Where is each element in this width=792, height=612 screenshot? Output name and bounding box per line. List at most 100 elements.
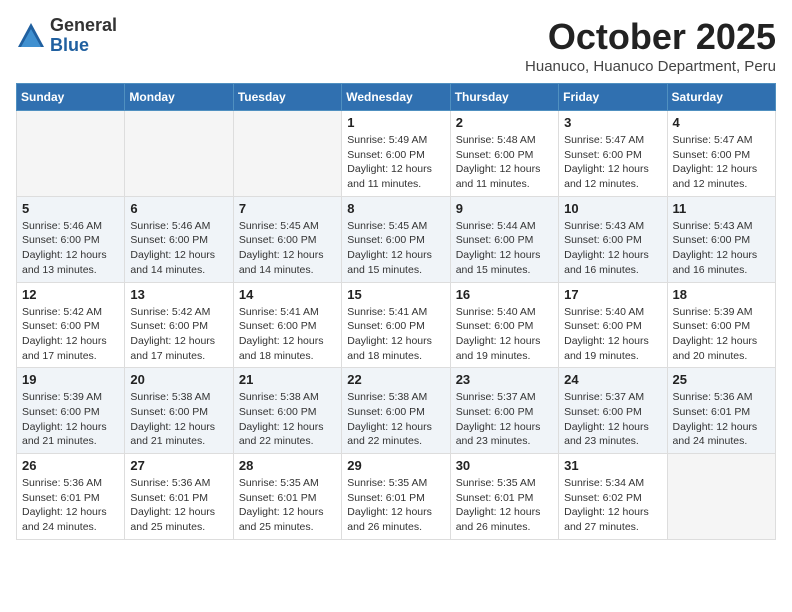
- calendar-week-row: 26 Sunrise: 5:36 AM Sunset: 6:01 PM Dayli…: [17, 454, 776, 540]
- calendar-day-cell: 30 Sunrise: 5:35 AM Sunset: 6:01 PM Dayli…: [450, 454, 558, 540]
- column-header-tuesday: Tuesday: [233, 84, 341, 111]
- day-number: 22: [347, 372, 444, 387]
- day-info: Sunrise: 5:35 AM Sunset: 6:01 PM Dayligh…: [347, 476, 444, 535]
- day-info: Sunrise: 5:38 AM Sunset: 6:00 PM Dayligh…: [347, 390, 444, 449]
- calendar-day-cell: 6 Sunrise: 5:46 AM Sunset: 6:00 PM Daylig…: [125, 196, 233, 282]
- logo-general: General: [50, 16, 117, 36]
- day-number: 2: [456, 115, 553, 130]
- day-info: Sunrise: 5:45 AM Sunset: 6:00 PM Dayligh…: [347, 219, 444, 278]
- day-number: 23: [456, 372, 553, 387]
- day-info: Sunrise: 5:34 AM Sunset: 6:02 PM Dayligh…: [564, 476, 661, 535]
- day-number: 19: [22, 372, 119, 387]
- day-number: 7: [239, 201, 336, 216]
- calendar-day-cell: [17, 111, 125, 197]
- calendar-day-cell: 31 Sunrise: 5:34 AM Sunset: 6:02 PM Dayli…: [559, 454, 667, 540]
- calendar-day-cell: 24Sunrise: 5:37 AM Sunset: 6:00 PM Dayli…: [559, 368, 667, 454]
- day-number: 4: [673, 115, 770, 130]
- calendar-day-cell: 4 Sunrise: 5:47 AM Sunset: 6:00 PM Daylig…: [667, 111, 775, 197]
- day-info: Sunrise: 5:36 AM Sunset: 6:01 PM Dayligh…: [673, 390, 770, 449]
- calendar-day-cell: [125, 111, 233, 197]
- day-number: 15: [347, 287, 444, 302]
- calendar-day-cell: 1Sunrise: 5:49 AM Sunset: 6:00 PM Daylig…: [342, 111, 450, 197]
- day-info: Sunrise: 5:40 AM Sunset: 6:00 PM Dayligh…: [456, 305, 553, 364]
- day-number: 21: [239, 372, 336, 387]
- column-header-sunday: Sunday: [17, 84, 125, 111]
- calendar-day-cell: 20Sunrise: 5:38 AM Sunset: 6:00 PM Dayli…: [125, 368, 233, 454]
- column-header-wednesday: Wednesday: [342, 84, 450, 111]
- day-number: 20: [130, 372, 227, 387]
- day-info: Sunrise: 5:41 AM Sunset: 6:00 PM Dayligh…: [347, 305, 444, 364]
- day-number: 26: [22, 458, 119, 473]
- calendar-day-cell: 9 Sunrise: 5:44 AM Sunset: 6:00 PM Daylig…: [450, 196, 558, 282]
- day-number: 16: [456, 287, 553, 302]
- logo-icon: [16, 21, 46, 51]
- day-info: Sunrise: 5:46 AM Sunset: 6:00 PM Dayligh…: [130, 219, 227, 278]
- calendar-day-cell: 8 Sunrise: 5:45 AM Sunset: 6:00 PM Daylig…: [342, 196, 450, 282]
- day-info: Sunrise: 5:42 AM Sunset: 6:00 PM Dayligh…: [130, 305, 227, 364]
- calendar-day-cell: 29 Sunrise: 5:35 AM Sunset: 6:01 PM Dayli…: [342, 454, 450, 540]
- column-header-thursday: Thursday: [450, 84, 558, 111]
- calendar-day-cell: 25 Sunrise: 5:36 AM Sunset: 6:01 PM Dayli…: [667, 368, 775, 454]
- day-info: Sunrise: 5:44 AM Sunset: 6:00 PM Dayligh…: [456, 219, 553, 278]
- day-info: Sunrise: 5:40 AM Sunset: 6:00 PM Dayligh…: [564, 305, 661, 364]
- day-number: 17: [564, 287, 661, 302]
- logo: General Blue: [16, 16, 117, 56]
- calendar-day-cell: 22 Sunrise: 5:38 AM Sunset: 6:00 PM Dayli…: [342, 368, 450, 454]
- day-number: 28: [239, 458, 336, 473]
- day-number: 1: [347, 115, 444, 130]
- day-info: Sunrise: 5:36 AM Sunset: 6:01 PM Dayligh…: [130, 476, 227, 535]
- calendar-week-row: 19 Sunrise: 5:39 AM Sunset: 6:00 PM Dayli…: [17, 368, 776, 454]
- day-info: Sunrise: 5:46 AM Sunset: 6:00 PM Dayligh…: [22, 219, 119, 278]
- calendar-day-cell: 18 Sunrise: 5:39 AM Sunset: 6:00 PM Dayli…: [667, 282, 775, 368]
- day-info: Sunrise: 5:35 AM Sunset: 6:01 PM Dayligh…: [456, 476, 553, 535]
- day-number: 25: [673, 372, 770, 387]
- calendar-day-cell: [667, 454, 775, 540]
- calendar-day-cell: [233, 111, 341, 197]
- column-header-monday: Monday: [125, 84, 233, 111]
- calendar-day-cell: 12Sunrise: 5:42 AM Sunset: 6:00 PM Dayli…: [17, 282, 125, 368]
- calendar-day-cell: 27 Sunrise: 5:36 AM Sunset: 6:01 PM Dayli…: [125, 454, 233, 540]
- calendar-day-cell: 26 Sunrise: 5:36 AM Sunset: 6:01 PM Dayli…: [17, 454, 125, 540]
- day-info: Sunrise: 5:42 AM Sunset: 6:00 PM Dayligh…: [22, 305, 119, 364]
- calendar-day-cell: 16 Sunrise: 5:40 AM Sunset: 6:00 PM Dayli…: [450, 282, 558, 368]
- day-info: Sunrise: 5:37 AM Sunset: 6:00 PM Dayligh…: [564, 390, 661, 449]
- calendar-day-cell: 13Sunrise: 5:42 AM Sunset: 6:00 PM Dayli…: [125, 282, 233, 368]
- calendar-day-cell: 5 Sunrise: 5:46 AM Sunset: 6:00 PM Daylig…: [17, 196, 125, 282]
- day-number: 8: [347, 201, 444, 216]
- day-number: 27: [130, 458, 227, 473]
- day-number: 14: [239, 287, 336, 302]
- day-number: 9: [456, 201, 553, 216]
- column-header-saturday: Saturday: [667, 84, 775, 111]
- calendar-day-cell: 23Sunrise: 5:37 AM Sunset: 6:00 PM Dayli…: [450, 368, 558, 454]
- day-number: 3: [564, 115, 661, 130]
- logo-text: General Blue: [50, 16, 117, 56]
- calendar-day-cell: 19 Sunrise: 5:39 AM Sunset: 6:00 PM Dayli…: [17, 368, 125, 454]
- day-info: Sunrise: 5:47 AM Sunset: 6:00 PM Dayligh…: [673, 133, 770, 192]
- day-info: Sunrise: 5:39 AM Sunset: 6:00 PM Dayligh…: [673, 305, 770, 364]
- calendar-week-row: 5 Sunrise: 5:46 AM Sunset: 6:00 PM Daylig…: [17, 196, 776, 282]
- day-number: 29: [347, 458, 444, 473]
- day-number: 5: [22, 201, 119, 216]
- day-info: Sunrise: 5:39 AM Sunset: 6:00 PM Dayligh…: [22, 390, 119, 449]
- calendar-day-cell: 11Sunrise: 5:43 AM Sunset: 6:00 PM Dayli…: [667, 196, 775, 282]
- calendar-table: SundayMondayTuesdayWednesdayThursdayFrid…: [16, 83, 776, 540]
- day-info: Sunrise: 5:35 AM Sunset: 6:01 PM Dayligh…: [239, 476, 336, 535]
- day-info: Sunrise: 5:43 AM Sunset: 6:00 PM Dayligh…: [673, 219, 770, 278]
- day-info: Sunrise: 5:36 AM Sunset: 6:01 PM Dayligh…: [22, 476, 119, 535]
- month-title: October 2025: [525, 16, 776, 58]
- calendar-day-cell: 17 Sunrise: 5:40 AM Sunset: 6:00 PM Dayli…: [559, 282, 667, 368]
- day-number: 6: [130, 201, 227, 216]
- day-number: 30: [456, 458, 553, 473]
- day-number: 31: [564, 458, 661, 473]
- calendar-week-row: 1Sunrise: 5:49 AM Sunset: 6:00 PM Daylig…: [17, 111, 776, 197]
- day-number: 10: [564, 201, 661, 216]
- calendar-day-cell: 15 Sunrise: 5:41 AM Sunset: 6:00 PM Dayli…: [342, 282, 450, 368]
- logo-blue: Blue: [50, 36, 117, 56]
- calendar-day-cell: 21Sunrise: 5:38 AM Sunset: 6:00 PM Dayli…: [233, 368, 341, 454]
- calendar-week-row: 12Sunrise: 5:42 AM Sunset: 6:00 PM Dayli…: [17, 282, 776, 368]
- title-area: October 2025 Huanuco, Huanuco Department…: [525, 16, 776, 75]
- calendar-day-cell: 2Sunrise: 5:48 AM Sunset: 6:00 PM Daylig…: [450, 111, 558, 197]
- day-info: Sunrise: 5:45 AM Sunset: 6:00 PM Dayligh…: [239, 219, 336, 278]
- day-number: 18: [673, 287, 770, 302]
- calendar-day-cell: 28 Sunrise: 5:35 AM Sunset: 6:01 PM Dayli…: [233, 454, 341, 540]
